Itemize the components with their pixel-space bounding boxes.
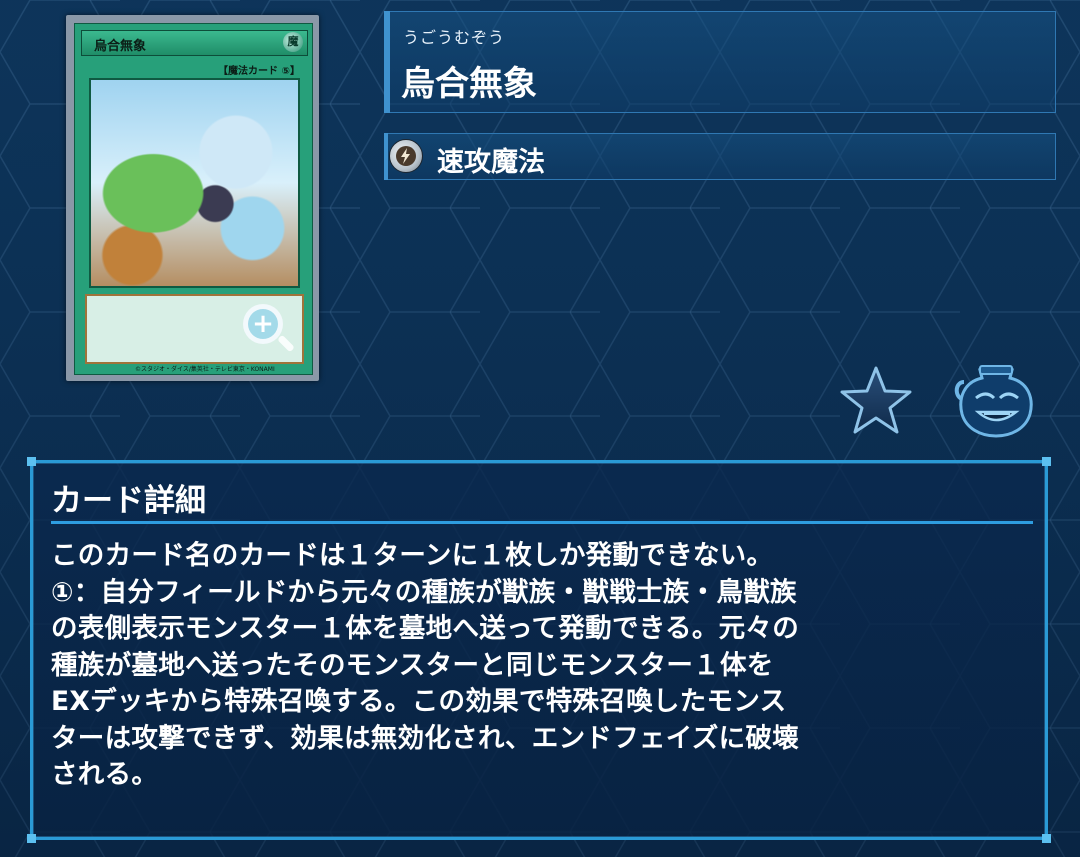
card-name-strip: 烏合無象 魔 [81, 30, 308, 56]
pot-of-greed-icon [954, 365, 1033, 438]
card-image-typeline: 【魔法カード ⑤】 [218, 66, 300, 77]
star-icon [840, 366, 912, 434]
card-name: 烏合無象 [401, 64, 537, 104]
panel-corner [27, 457, 36, 466]
card-copyright: ©スタジオ・ダイス/集英社・テレビ東京・KONAMI [135, 366, 275, 373]
card-type-label: 速攻魔法 [437, 147, 545, 178]
card-detail-panel: カード詳細 このカード名のカードは１ターンに１枚しか発動できない。 ①：自分フィ… [27, 457, 1051, 843]
panel-corner [27, 834, 36, 843]
add-to-deck-button[interactable] [950, 362, 1042, 440]
card-name-ruby: うごうむぞう [403, 28, 506, 47]
panel-corner [1042, 457, 1051, 466]
card-name-panel: うごうむぞう 烏合無象 [384, 11, 1056, 113]
zoom-in-icon[interactable]: + [243, 304, 283, 344]
favorite-button[interactable] [838, 364, 914, 436]
card-effect-text: このカード名のカードは１ターンに１枚しか発動できない。 ①：自分フィールドから元… [51, 540, 800, 790]
panel-corner [1042, 834, 1051, 843]
spell-attribute-icon: 魔 [283, 32, 303, 52]
card-image-name: 烏合無象 [94, 39, 147, 54]
card-type-panel: 速攻魔法 [384, 133, 1056, 180]
card-face: 烏合無象 魔 【魔法カード ⑤】 + ©スタジオ・ダイス/集英社・テレビ東京・K… [74, 23, 313, 375]
quick-play-spell-icon [389, 139, 423, 173]
card-textbox: + [85, 294, 304, 364]
detail-title: カード詳細 [51, 483, 206, 519]
detail-divider [51, 521, 1033, 524]
card-artwork [89, 78, 300, 288]
card-image[interactable]: 烏合無象 魔 【魔法カード ⑤】 + ©スタジオ・ダイス/集英社・テレビ東京・K… [66, 15, 319, 381]
zoom-handle-icon [277, 334, 295, 353]
